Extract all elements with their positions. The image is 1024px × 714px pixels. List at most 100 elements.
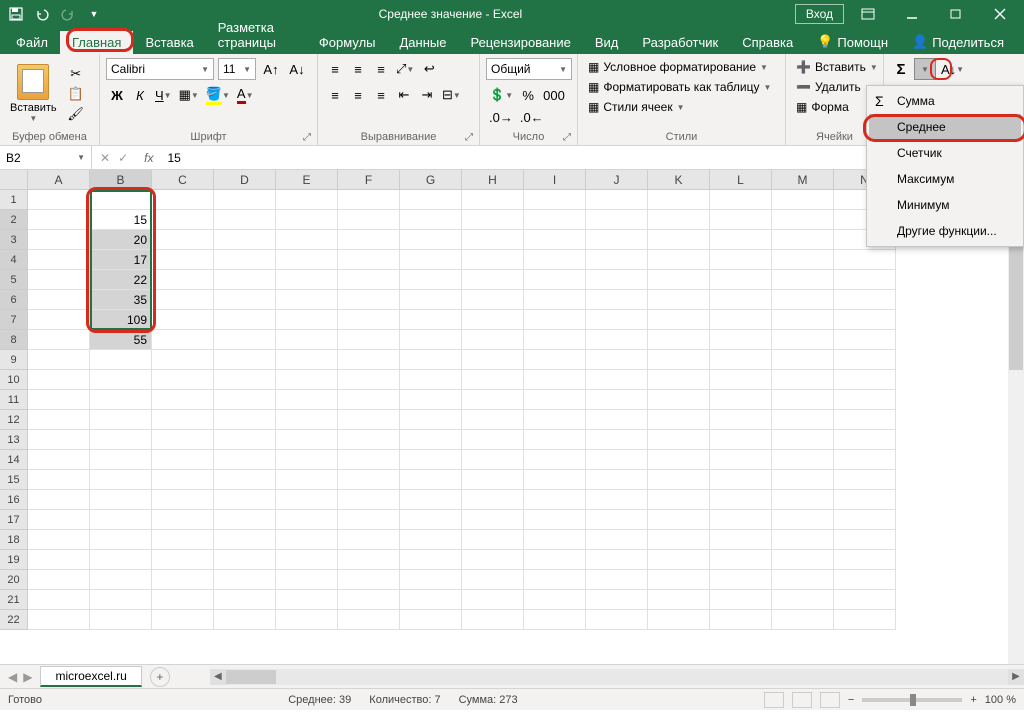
cell-A21[interactable]	[28, 590, 90, 610]
cell-K1[interactable]	[648, 190, 710, 210]
cell-N9[interactable]	[834, 350, 896, 370]
cell-D22[interactable]	[214, 610, 276, 630]
cell-C8[interactable]	[152, 330, 214, 350]
cell-L6[interactable]	[710, 290, 772, 310]
cell-M3[interactable]	[772, 230, 834, 250]
add-sheet-button[interactable]: +	[150, 667, 170, 687]
cell-I21[interactable]	[524, 590, 586, 610]
cell-D6[interactable]	[214, 290, 276, 310]
view-page-layout-button[interactable]	[792, 692, 812, 708]
cell-L7[interactable]	[710, 310, 772, 330]
cell-D14[interactable]	[214, 450, 276, 470]
save-button[interactable]	[4, 3, 28, 25]
row-header-11[interactable]: 11	[0, 390, 28, 410]
cell-L21[interactable]	[710, 590, 772, 610]
cell-E10[interactable]	[276, 370, 338, 390]
cell-N15[interactable]	[834, 470, 896, 490]
row-header-10[interactable]: 10	[0, 370, 28, 390]
cell-E12[interactable]	[276, 410, 338, 430]
cell-H7[interactable]	[462, 310, 524, 330]
cell-L3[interactable]	[710, 230, 772, 250]
cell-B17[interactable]	[90, 510, 152, 530]
cell-E4[interactable]	[276, 250, 338, 270]
cell-A19[interactable]	[28, 550, 90, 570]
increase-indent-button[interactable]: ⇥	[416, 84, 438, 106]
paste-button[interactable]: Вставить ▼	[6, 62, 61, 125]
cell-A6[interactable]	[28, 290, 90, 310]
merge-button[interactable]: ⊟▼	[439, 84, 464, 106]
decrease-decimal-button[interactable]: .0←	[517, 106, 547, 128]
row-header-2[interactable]: 2	[0, 210, 28, 230]
tab-developer[interactable]: Разработчик	[630, 31, 730, 54]
cell-L17[interactable]	[710, 510, 772, 530]
cell-C20[interactable]	[152, 570, 214, 590]
cell-B9[interactable]	[90, 350, 152, 370]
cell-F16[interactable]	[338, 490, 400, 510]
cell-B5[interactable]: 22	[90, 270, 152, 290]
cell-E9[interactable]	[276, 350, 338, 370]
cell-G5[interactable]	[400, 270, 462, 290]
tab-data[interactable]: Данные	[388, 31, 459, 54]
cell-J6[interactable]	[586, 290, 648, 310]
cell-K16[interactable]	[648, 490, 710, 510]
cell-A4[interactable]	[28, 250, 90, 270]
cell-B11[interactable]	[90, 390, 152, 410]
cell-M10[interactable]	[772, 370, 834, 390]
row-header-15[interactable]: 15	[0, 470, 28, 490]
decrease-font-button[interactable]: A↓	[286, 58, 308, 80]
row-header-19[interactable]: 19	[0, 550, 28, 570]
cell-N7[interactable]	[834, 310, 896, 330]
copy-button[interactable]: 📋	[65, 85, 87, 103]
cell-C4[interactable]	[152, 250, 214, 270]
zoom-value[interactable]: 100 %	[985, 694, 1016, 706]
cell-C1[interactable]	[152, 190, 214, 210]
cell-K22[interactable]	[648, 610, 710, 630]
align-right-button[interactable]: ≡	[370, 84, 392, 106]
cell-I17[interactable]	[524, 510, 586, 530]
cell-K13[interactable]	[648, 430, 710, 450]
cell-J20[interactable]	[586, 570, 648, 590]
cell-J9[interactable]	[586, 350, 648, 370]
zoom-out-button[interactable]: −	[848, 694, 854, 706]
menu-more-functions[interactable]: Другие функции...	[869, 218, 1021, 244]
vertical-scrollbar[interactable]	[1008, 190, 1024, 664]
cell-M22[interactable]	[772, 610, 834, 630]
cell-F19[interactable]	[338, 550, 400, 570]
cell-G8[interactable]	[400, 330, 462, 350]
cell-B22[interactable]	[90, 610, 152, 630]
sheet-nav-next[interactable]: ▶	[23, 670, 32, 684]
cell-K18[interactable]	[648, 530, 710, 550]
cell-G7[interactable]	[400, 310, 462, 330]
cell-D5[interactable]	[214, 270, 276, 290]
row-header-18[interactable]: 18	[0, 530, 28, 550]
col-header-F[interactable]: F	[338, 170, 400, 189]
delete-cells-button[interactable]: ➖Удалить	[792, 78, 877, 96]
cell-K6[interactable]	[648, 290, 710, 310]
select-all-corner[interactable]	[0, 170, 28, 189]
cell-F11[interactable]	[338, 390, 400, 410]
align-center-button[interactable]: ≡	[347, 84, 369, 106]
number-launcher[interactable]: ⤢	[563, 132, 571, 143]
cell-J8[interactable]	[586, 330, 648, 350]
cell-N12[interactable]	[834, 410, 896, 430]
tab-review[interactable]: Рецензирование	[458, 31, 582, 54]
cell-G15[interactable]	[400, 470, 462, 490]
cell-E22[interactable]	[276, 610, 338, 630]
cell-G18[interactable]	[400, 530, 462, 550]
cell-E6[interactable]	[276, 290, 338, 310]
cell-M8[interactable]	[772, 330, 834, 350]
cell-H18[interactable]	[462, 530, 524, 550]
cell-F22[interactable]	[338, 610, 400, 630]
alignment-launcher[interactable]: ⤢	[465, 132, 473, 143]
cell-L15[interactable]	[710, 470, 772, 490]
cell-J3[interactable]	[586, 230, 648, 250]
decrease-indent-button[interactable]: ⇤	[393, 84, 415, 106]
fx-icon[interactable]: fx	[136, 151, 161, 165]
cell-F10[interactable]	[338, 370, 400, 390]
cell-A8[interactable]	[28, 330, 90, 350]
cell-H20[interactable]	[462, 570, 524, 590]
cell-B12[interactable]	[90, 410, 152, 430]
cell-H12[interactable]	[462, 410, 524, 430]
cell-C6[interactable]	[152, 290, 214, 310]
cell-E17[interactable]	[276, 510, 338, 530]
